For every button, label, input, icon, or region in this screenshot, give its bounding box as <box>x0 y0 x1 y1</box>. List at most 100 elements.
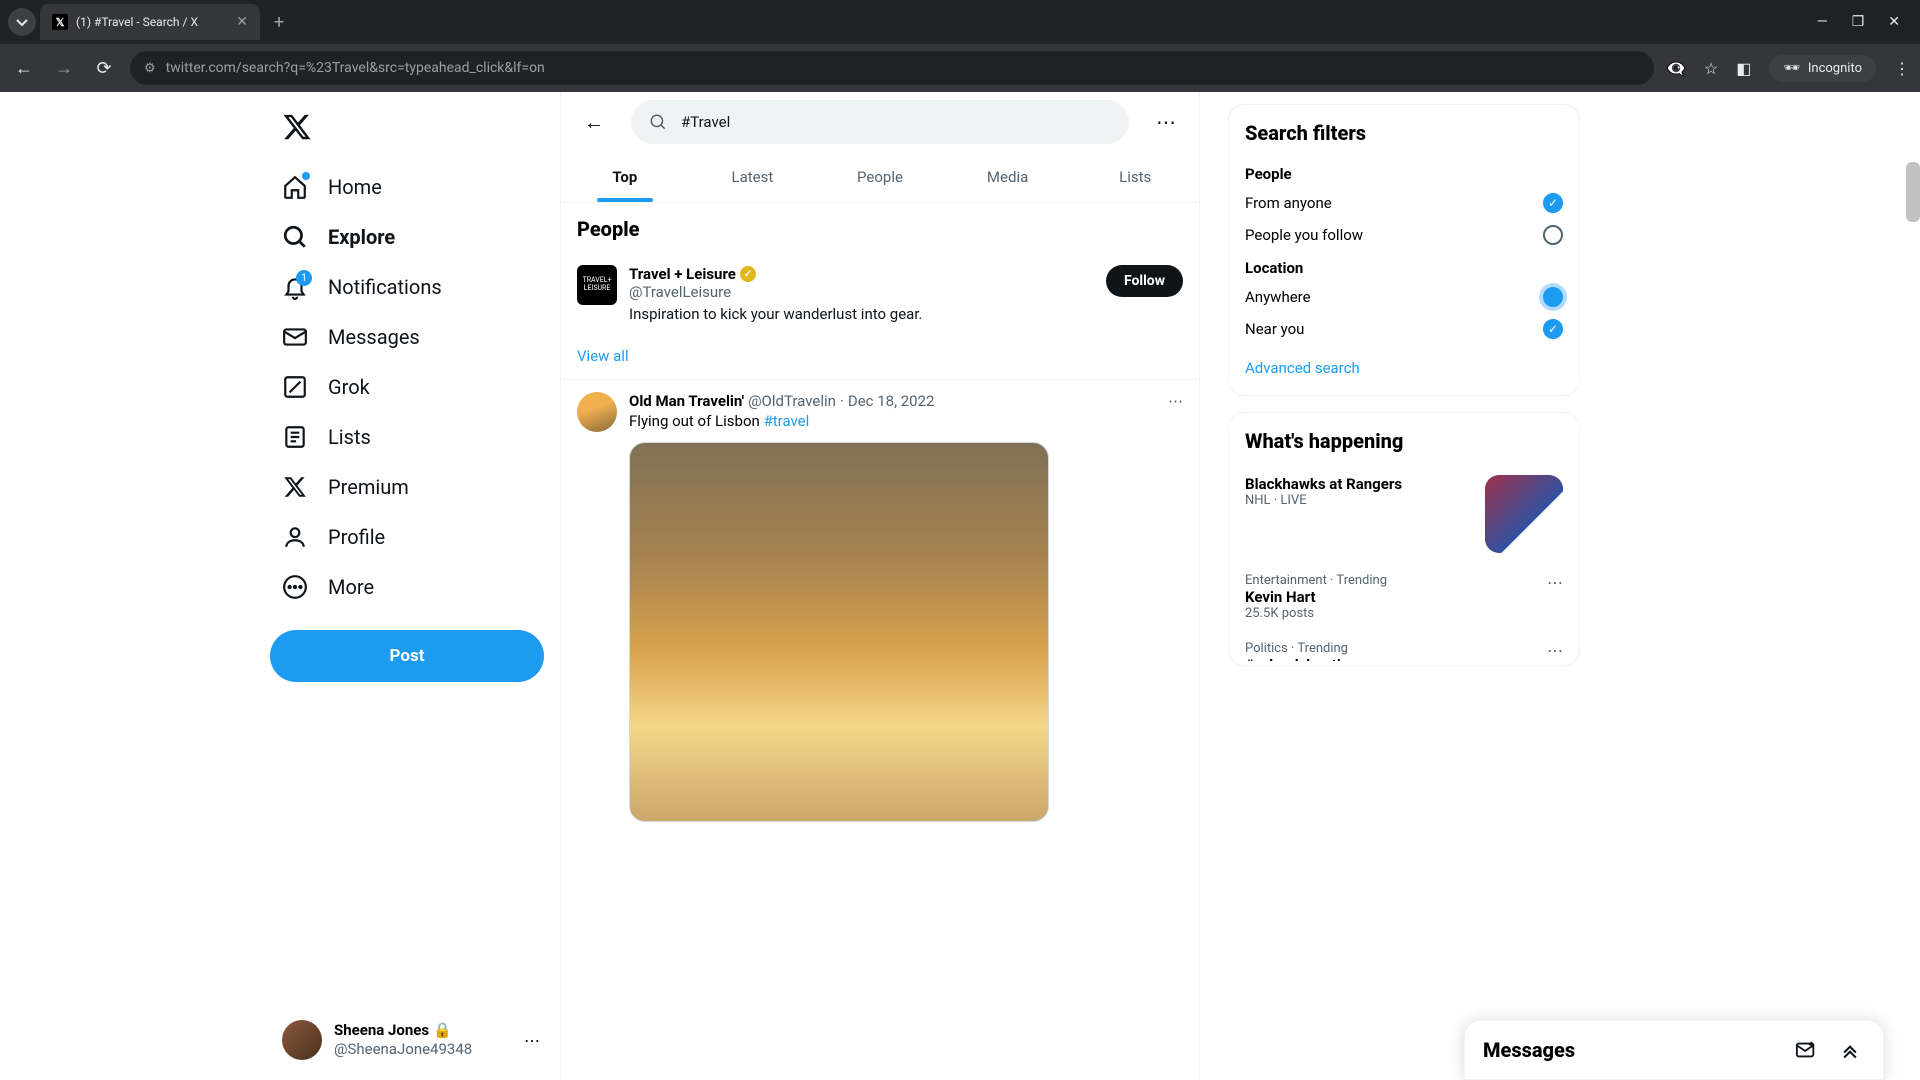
happening-title: What's happening <box>1229 417 1579 465</box>
account-switcher[interactable]: Sheena Jones 🔒 @SheenaJone49348 ⋯ <box>270 1008 552 1072</box>
x-icon <box>282 474 308 500</box>
tweet-avatar <box>577 392 617 432</box>
nav-label: Lists <box>328 425 371 449</box>
bell-icon: 1 <box>282 274 308 300</box>
close-window-button[interactable]: ✕ <box>1888 14 1900 30</box>
bookmark-icon[interactable]: ☆ <box>1704 59 1718 78</box>
people-result[interactable]: TRAVEL+ LEISURE Travel + Leisure ✓ @Trav… <box>561 255 1199 333</box>
search-filters-widget: Search filters People From anyone ✓ Peop… <box>1228 104 1580 396</box>
expand-drawer-icon[interactable] <box>1835 1035 1865 1065</box>
maximize-button[interactable]: ❐ <box>1852 14 1865 30</box>
view-all-link[interactable]: View all <box>561 333 1199 379</box>
tab-search-button[interactable] <box>8 8 36 36</box>
radio-checked-icon: ✓ <box>1543 319 1563 339</box>
browser-tab[interactable]: 𝕏 (1) #Travel - Search / X ✕ <box>40 4 260 40</box>
filter-group-people: People <box>1229 157 1579 187</box>
x-logo[interactable] <box>270 100 552 162</box>
nav-label: Premium <box>328 475 409 499</box>
url-text: twitter.com/search?q=%23Travel&src=typea… <box>166 60 1640 76</box>
nav-home[interactable]: Home <box>270 162 552 212</box>
search-more-button[interactable]: ⋯ <box>1149 110 1183 134</box>
account-handle: @SheenaJone49348 <box>334 1040 512 1059</box>
people-heading: People <box>561 203 1199 255</box>
search-icon <box>649 113 667 131</box>
nav-label: Profile <box>328 525 385 549</box>
nav-label: Notifications <box>328 275 442 299</box>
search-box[interactable]: #Travel <box>631 100 1129 144</box>
nav-grok[interactable]: Grok <box>270 362 552 412</box>
verified-gold-icon: ✓ <box>740 266 756 282</box>
notification-badge: 1 <box>296 270 312 286</box>
nav-premium[interactable]: Premium <box>270 462 552 512</box>
trend-posts: 25.5K posts <box>1245 606 1535 621</box>
scrollbar-thumb[interactable] <box>1906 162 1920 222</box>
tweet[interactable]: Old Man Travelin' @OldTravelin · Dec 18,… <box>561 380 1199 834</box>
x-favicon-icon: 𝕏 <box>52 14 68 30</box>
envelope-icon <box>282 324 308 350</box>
filter-from-anyone[interactable]: From anyone ✓ <box>1229 187 1579 219</box>
filters-title: Search filters <box>1229 109 1579 157</box>
trend-title: Kevin Hart <box>1245 588 1535 606</box>
minimize-button[interactable]: — <box>1817 14 1828 30</box>
tweet-date: Dec 18, 2022 <box>848 392 935 410</box>
nav-lists[interactable]: Lists <box>270 412 552 462</box>
tab-people[interactable]: People <box>816 152 944 202</box>
nav-messages[interactable]: Messages <box>270 312 552 362</box>
tracking-off-icon[interactable]: 👁‍🗨 <box>1666 59 1686 78</box>
trend-category: Politics · Trending <box>1245 641 1535 656</box>
trend-more-button[interactable]: ⋯ <box>1547 641 1563 660</box>
messages-drawer[interactable]: Messages <box>1464 1020 1884 1080</box>
more-circle-icon <box>282 574 308 600</box>
nav-more[interactable]: More <box>270 562 552 612</box>
hashtag-link[interactable]: #travel <box>764 412 810 430</box>
whats-happening-widget: What's happening Blackhawks at Rangers N… <box>1228 412 1580 666</box>
post-button[interactable]: Post <box>270 630 544 682</box>
tab-lists[interactable]: Lists <box>1071 152 1199 202</box>
nav-explore[interactable]: Explore <box>270 212 552 262</box>
account-name: Sheena Jones 🔒 <box>334 1021 512 1040</box>
search-icon <box>282 224 308 250</box>
tweet-image[interactable] <box>629 442 1049 822</box>
incognito-chip[interactable]: 🕶 Incognito <box>1769 55 1876 82</box>
follow-button[interactable]: Follow <box>1106 265 1183 297</box>
tab-latest[interactable]: Latest <box>689 152 817 202</box>
search-header: ← #Travel ⋯ <box>561 92 1199 152</box>
filter-near-you[interactable]: Near you ✓ <box>1229 313 1579 345</box>
site-settings-icon[interactable]: ⚙ <box>144 61 156 76</box>
reload-button[interactable]: ⟳ <box>90 54 118 82</box>
tab-top[interactable]: Top <box>561 152 689 202</box>
list-icon <box>282 424 308 450</box>
filter-anywhere[interactable]: Anywhere <box>1229 281 1579 313</box>
home-icon <box>282 174 308 200</box>
trend-item[interactable]: Blackhawks at Rangers NHL · LIVE <box>1229 465 1579 563</box>
new-message-icon[interactable] <box>1791 1035 1821 1065</box>
back-button[interactable]: ← <box>10 54 38 82</box>
back-arrow-button[interactable]: ← <box>577 105 611 139</box>
nav-profile[interactable]: Profile <box>270 512 552 562</box>
trend-item[interactable]: Politics · Trending #schoolshooting ⋯ <box>1229 631 1579 661</box>
messages-drawer-title: Messages <box>1483 1038 1777 1062</box>
right-column: Search filters People From anyone ✓ Peop… <box>1200 92 1580 1080</box>
tab-media[interactable]: Media <box>944 152 1072 202</box>
url-box[interactable]: ⚙ twitter.com/search?q=%23Travel&src=typ… <box>130 51 1654 85</box>
new-tab-button[interactable]: + <box>264 12 294 33</box>
nav-label: More <box>328 575 374 599</box>
tab-bar: 𝕏 (1) #Travel - Search / X ✕ + — ❐ ✕ <box>0 0 1920 44</box>
side-panel-icon[interactable]: ◧ <box>1736 59 1751 78</box>
trend-title: Blackhawks at Rangers <box>1245 475 1473 493</box>
trend-item[interactable]: Entertainment · Trending Kevin Hart 25.5… <box>1229 563 1579 631</box>
tab-close-button[interactable]: ✕ <box>236 14 248 30</box>
browser-menu-button[interactable]: ⋮ <box>1894 59 1910 78</box>
person-icon <box>282 524 308 550</box>
trend-more-button[interactable]: ⋯ <box>1547 573 1563 592</box>
grok-icon <box>282 374 308 400</box>
people-bio: Inspiration to kick your wanderlust into… <box>629 305 1094 323</box>
left-nav: Home Explore 1 Notifications Messages Gr… <box>270 92 560 1080</box>
tweet-more-button[interactable]: ⋯ <box>1168 392 1183 410</box>
nav-notifications[interactable]: 1 Notifications <box>270 262 552 312</box>
advanced-search-link[interactable]: Advanced search <box>1229 345 1579 391</box>
search-query: #Travel <box>681 113 730 131</box>
filter-people-you-follow[interactable]: People you follow <box>1229 219 1579 251</box>
tweet-handle: @OldTravelin <box>748 392 836 410</box>
people-handle: @TravelLeisure <box>629 283 1094 301</box>
